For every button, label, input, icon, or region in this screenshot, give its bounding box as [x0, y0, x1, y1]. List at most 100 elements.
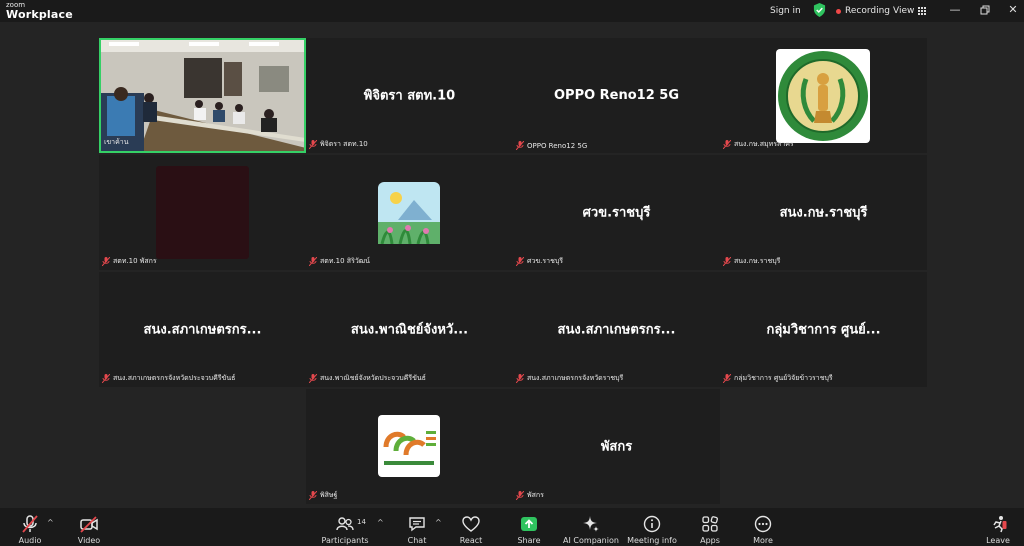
mic-off-icon: [723, 140, 731, 149]
video-label: Video: [77, 536, 101, 545]
video-tile[interactable]: สนง.พาณิชย์จังหวั... สนง.พาณิชย์จังหวัดป…: [306, 272, 513, 387]
participant-display-name: พัสกร: [600, 438, 633, 454]
video-tile[interactable]: กลุ่มวิชาการ ศูนย์... กลุ่มวิชาการ ศูนย์…: [720, 272, 927, 387]
participant-name: สนง.สภาเกษตรกรจังหวัดราชบุรี: [516, 373, 623, 384]
participant-name: สตท.10 พัสกร: [102, 256, 157, 267]
participant-display-name: สนง.สภาเกษตรกร...: [143, 321, 262, 337]
participant-display-name: พิจิตรา สตท.10: [363, 87, 456, 103]
record-dot-icon: [836, 8, 841, 14]
sign-in-link[interactable]: Sign in: [770, 3, 801, 19]
video-tile[interactable]: พัสกร พัสกร: [513, 389, 720, 504]
video-tile[interactable]: สตท.10 พัสกร: [99, 155, 306, 270]
participant-display-name: สนง.กษ.ราชบุรี: [779, 204, 868, 220]
close-icon[interactable]: ✕: [1006, 3, 1020, 17]
participant-name: พิสิษฐ์: [309, 490, 337, 501]
meeting-toolbar: Audio ^ Video Participants 14 ^ Chat ^ R…: [0, 508, 1024, 546]
mic-off-icon: [516, 257, 524, 266]
mic-off-icon: [723, 374, 731, 383]
leave-label: Leave: [986, 536, 1010, 545]
mic-off-icon: [309, 374, 317, 383]
video-tile[interactable]: เขาค้าน: [99, 38, 306, 153]
share-button[interactable]: Share: [501, 511, 557, 545]
participant-display-name: กลุ่มวิชาการ ศูนย์...: [766, 321, 881, 337]
heart-icon: [462, 516, 480, 532]
video-tile[interactable]: พิสิษฐ์: [306, 389, 513, 504]
participants-button[interactable]: Participants: [317, 511, 373, 545]
participant-name: กลุ่มวิชาการ ศูนย์วิจัยข้าวราชบุรี: [723, 373, 833, 384]
sparkle-icon: [583, 516, 599, 532]
participant-name: สตท.10 สิริวัฒน์: [309, 256, 370, 267]
video-tile[interactable]: สนง.กษ.สมุทรสาคร: [720, 38, 927, 153]
shield-check-icon[interactable]: [813, 3, 826, 17]
info-icon: [643, 515, 661, 533]
share-arrow-icon: [521, 517, 537, 531]
video-tile[interactable]: สนง.สภาเกษตรกร... สนง.สภาเกษตรกรจังหวัดป…: [99, 272, 306, 387]
participant-display-name: ศวข.ราชบุรี: [582, 204, 651, 220]
participants-options-chevron-icon[interactable]: ^: [377, 518, 384, 527]
logo-avatar: [378, 415, 440, 477]
participant-name: สนง.พาณิชย์จังหวัดประจวบคีรีขันธ์: [309, 373, 426, 384]
video-tile[interactable]: OPPO Reno12 5G OPPO Reno12 5G: [513, 38, 720, 153]
video-tile[interactable]: พิจิตรา สตท.10 พิจิตรา สตท.10: [306, 38, 513, 153]
audio-button[interactable]: Audio: [2, 511, 58, 545]
participant-name: OPPO Reno12 5G: [516, 141, 587, 150]
chat-label: Chat: [407, 536, 427, 545]
brand-name: Workplace: [6, 8, 73, 21]
mic-off-icon: [309, 140, 317, 149]
chat-icon: [409, 517, 425, 532]
recording-indicator[interactable]: Recording: [836, 3, 890, 19]
leave-button[interactable]: Leave: [970, 511, 1024, 545]
mic-off-icon: [516, 374, 524, 383]
participant-name: พิจิตรา สตท.10: [309, 139, 368, 150]
minimize-icon[interactable]: —: [948, 3, 962, 17]
participant-name: ศวข.ราชบุรี: [516, 256, 563, 267]
landscape-avatar: [378, 182, 440, 244]
share-label: Share: [517, 536, 541, 545]
video-tile[interactable]: สตท.10 สิริวัฒน์: [306, 155, 513, 270]
participant-name: พัสกร: [516, 490, 544, 501]
participant-name: สนง.กษ.สมุทรสาคร: [723, 139, 794, 150]
video-tile[interactable]: ศวข.ราชบุรี ศวข.ราชบุรี: [513, 155, 720, 270]
participant-count: 14: [357, 518, 366, 526]
audio-label: Audio: [18, 536, 42, 545]
audio-options-chevron-icon[interactable]: ^: [47, 518, 54, 527]
mic-off-icon: [309, 491, 317, 500]
more-label: More: [753, 536, 773, 545]
apps-label: Apps: [700, 536, 720, 545]
view-button[interactable]: View: [893, 3, 927, 19]
participant-display-name: OPPO Reno12 5G: [553, 87, 680, 103]
apps-button[interactable]: Apps: [682, 511, 738, 545]
react-button[interactable]: React: [443, 511, 499, 545]
recording-label: Recording: [845, 6, 891, 16]
video-tile[interactable]: สนง.กษ.ราชบุรี สนง.กษ.ราชบุรี: [720, 155, 927, 270]
video-tile[interactable]: สนง.สภาเกษตรกร... สนง.สภาเกษตรกรจังหวัดร…: [513, 272, 720, 387]
mic-off-icon: [723, 257, 731, 266]
chat-options-chevron-icon[interactable]: ^: [435, 518, 442, 527]
seal-avatar: [776, 49, 870, 143]
dark-avatar: [156, 166, 249, 259]
ai-companion-label: AI Companion: [563, 536, 619, 545]
mic-off-icon: [102, 374, 110, 383]
video-button[interactable]: Video: [61, 511, 117, 545]
meeting-info-button[interactable]: Meeting info: [624, 511, 680, 545]
ai-companion-button[interactable]: AI Companion: [563, 511, 619, 545]
title-bar: zoom Workplace Sign in Recording View — …: [0, 0, 1024, 22]
more-icon: [754, 515, 772, 533]
participant-name: สนง.สภาเกษตรกรจังหวัดประจวบคีรีขันธ์: [102, 373, 235, 384]
chat-button[interactable]: Chat: [389, 511, 445, 545]
mic-off-icon: [102, 257, 110, 266]
restore-icon[interactable]: [978, 3, 992, 17]
participant-name: เขาค้าน: [104, 138, 129, 146]
react-label: React: [459, 536, 483, 545]
more-button[interactable]: More: [735, 511, 791, 545]
mic-off-icon: [516, 491, 524, 500]
camera-feed-image: [101, 40, 304, 151]
view-label: View: [893, 6, 915, 16]
participant-display-name: สนง.พาณิชย์จังหวั...: [350, 321, 469, 337]
grid-icon: [918, 7, 927, 15]
apps-icon: [702, 516, 718, 532]
mic-off-icon: [309, 257, 317, 266]
participants-icon: [336, 517, 354, 531]
mic-off-icon: [516, 141, 524, 150]
participant-display-name: สนง.สภาเกษตรกร...: [557, 321, 676, 337]
